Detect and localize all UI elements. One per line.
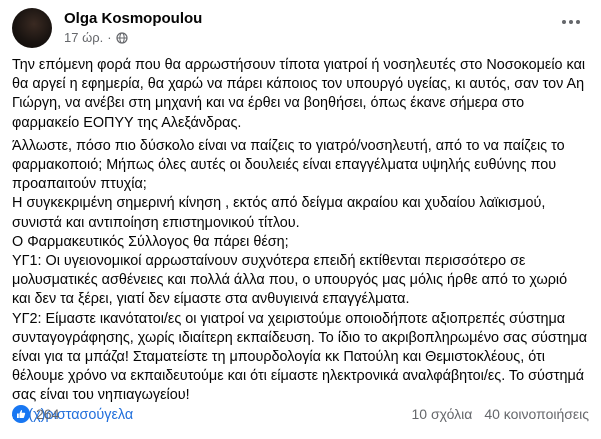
comments-count[interactable]: 10 σχόλια (412, 406, 473, 422)
post-paragraph: Ο Φαρμακευτικός Σύλλογος θα πάρει θέση; (12, 233, 289, 250)
post-meta: 17 ώρ. · (64, 30, 128, 45)
post-paragraph: ΥΓ2: Είμαστε ικανότατοι/ες οι γιατροί να… (12, 310, 588, 404)
shares-count[interactable]: 40 κοινοποιήσεις (484, 406, 589, 422)
post-text: Την επόμενη φορά που θα αρρωστήσουν τίπο… (12, 56, 589, 425)
post-paragraph: Άλλωστε, πόσο πιο δύσκολο είναι να παίζε… (12, 137, 565, 193)
more-options-icon[interactable] (557, 12, 585, 32)
post-time[interactable]: 17 ώρ. (64, 30, 103, 45)
post-paragraph: Την επόμενη φορά που θα αρρωστήσουν τίπο… (12, 57, 586, 131)
avatar[interactable] (12, 8, 52, 48)
like-icon[interactable] (12, 405, 30, 423)
post-header: Olga Kosmopoulou 17 ώρ. · (12, 8, 589, 48)
post-paragraph: ΥΓ1: Οι υγειονομικοί αρρωσταίνουν συχνότ… (12, 253, 568, 308)
post-paragraph: Η συγκεκριμένη σημερινή κίνηση , εκτός α… (12, 195, 546, 231)
engagement-stats: 10 σχόλια 40 κοινοποιήσεις (412, 406, 589, 422)
author-name[interactable]: Olga Kosmopoulou (64, 10, 202, 27)
post-footer: 264 10 σχόλια 40 κοινοποιήσεις (12, 402, 589, 426)
reactions-count[interactable]: 264 (36, 406, 59, 422)
globe-icon (115, 31, 128, 44)
time-separator: · (107, 30, 112, 45)
